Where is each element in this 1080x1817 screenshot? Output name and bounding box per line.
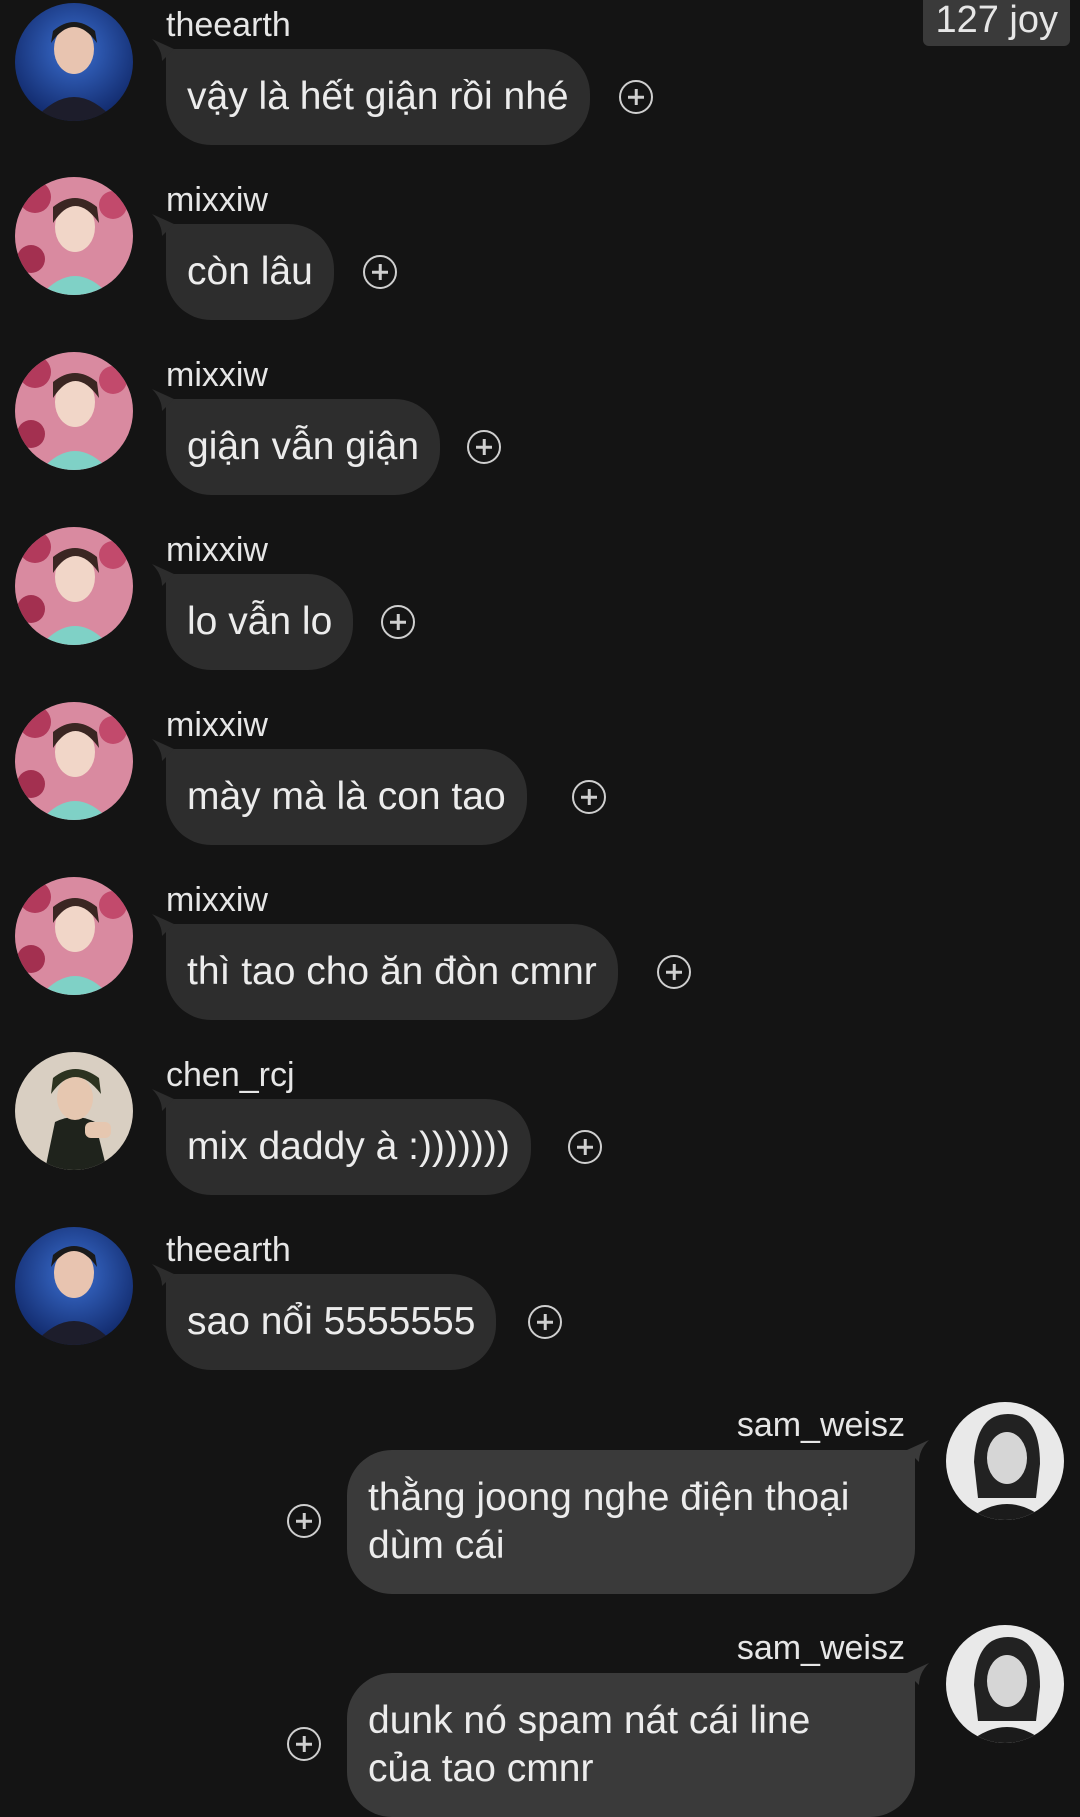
username: mixxiw <box>166 181 268 219</box>
avatar-theearth[interactable] <box>15 3 133 121</box>
avatar-mixxiw[interactable] <box>15 177 133 295</box>
add-reaction-icon[interactable] <box>467 430 501 464</box>
message-bubble[interactable]: giận vẫn giận <box>152 389 441 495</box>
username: chen_rcj <box>166 1056 295 1094</box>
message-text: thì tao cho ăn đòn cmnr <box>187 950 597 993</box>
message-bubble[interactable]: thằng joong nghe điện thoại dùm cái <box>347 1440 929 1594</box>
avatar-sam-weisz[interactable] <box>946 1625 1064 1743</box>
avatar-mixxiw[interactable] <box>15 702 133 820</box>
add-reaction-icon[interactable] <box>568 1130 602 1164</box>
add-reaction-icon[interactable] <box>528 1305 562 1339</box>
username: sam_weisz <box>736 1406 905 1444</box>
add-reaction-icon[interactable] <box>287 1727 321 1761</box>
message-bubble[interactable]: vậy là hết giận rồi nhé <box>152 39 590 145</box>
username: mixxiw <box>166 356 268 394</box>
add-reaction-icon[interactable] <box>287 1504 321 1538</box>
message-bubble[interactable]: dunk nó spam nát cái line của tao cmnr <box>347 1663 929 1817</box>
message-text: mix daddy à :))))))) <box>187 1125 510 1168</box>
add-reaction-icon[interactable] <box>657 955 691 989</box>
add-reaction-icon[interactable] <box>363 255 397 289</box>
username: mixxiw <box>166 706 268 744</box>
avatar-sam-weisz[interactable] <box>946 1402 1064 1520</box>
avatar-mixxiw[interactable] <box>15 527 133 645</box>
message-bubble[interactable]: lo vẫn lo <box>152 564 354 670</box>
message-text-line: dùm cái <box>368 1524 505 1567</box>
add-reaction-icon[interactable] <box>619 80 653 114</box>
add-reaction-icon[interactable] <box>381 605 415 639</box>
message-bubble[interactable]: mix daddy à :))))))) <box>152 1089 531 1195</box>
username: sam_weisz <box>736 1629 905 1667</box>
add-reaction-icon[interactable] <box>572 780 606 814</box>
message-text-line: thằng joong nghe điện thoại <box>368 1476 850 1519</box>
avatar-mixxiw[interactable] <box>15 877 133 995</box>
message-text: vậy là hết giận rồi nhé <box>187 75 569 118</box>
message-text: lo vẫn lo <box>187 600 333 643</box>
avatar-chen-rcj[interactable] <box>15 1052 133 1170</box>
username: theearth <box>166 6 291 44</box>
message-text: còn lâu <box>187 250 313 293</box>
reaction-count-badge: 127 joy <box>923 0 1070 46</box>
message-text: giận vẫn giận <box>187 425 420 468</box>
avatar-theearth[interactable] <box>15 1227 133 1345</box>
username: mixxiw <box>166 881 268 919</box>
message-text-line: dunk nó spam nát cái line <box>368 1699 811 1742</box>
message-text: sao nổi 5555555 <box>187 1300 476 1343</box>
message-text-line: của tao cmnr <box>368 1747 594 1790</box>
message-bubble[interactable]: mày mà là con tao <box>152 739 527 845</box>
avatar-mixxiw[interactable] <box>15 352 133 470</box>
message-text: mày mà là con tao <box>187 775 506 818</box>
username: theearth <box>166 1231 291 1269</box>
message-bubble[interactable]: sao nổi 5555555 <box>152 1264 497 1370</box>
message-bubble[interactable]: thì tao cho ăn đòn cmnr <box>152 914 618 1020</box>
username: mixxiw <box>166 531 268 569</box>
message-bubble[interactable]: còn lâu <box>152 214 334 320</box>
